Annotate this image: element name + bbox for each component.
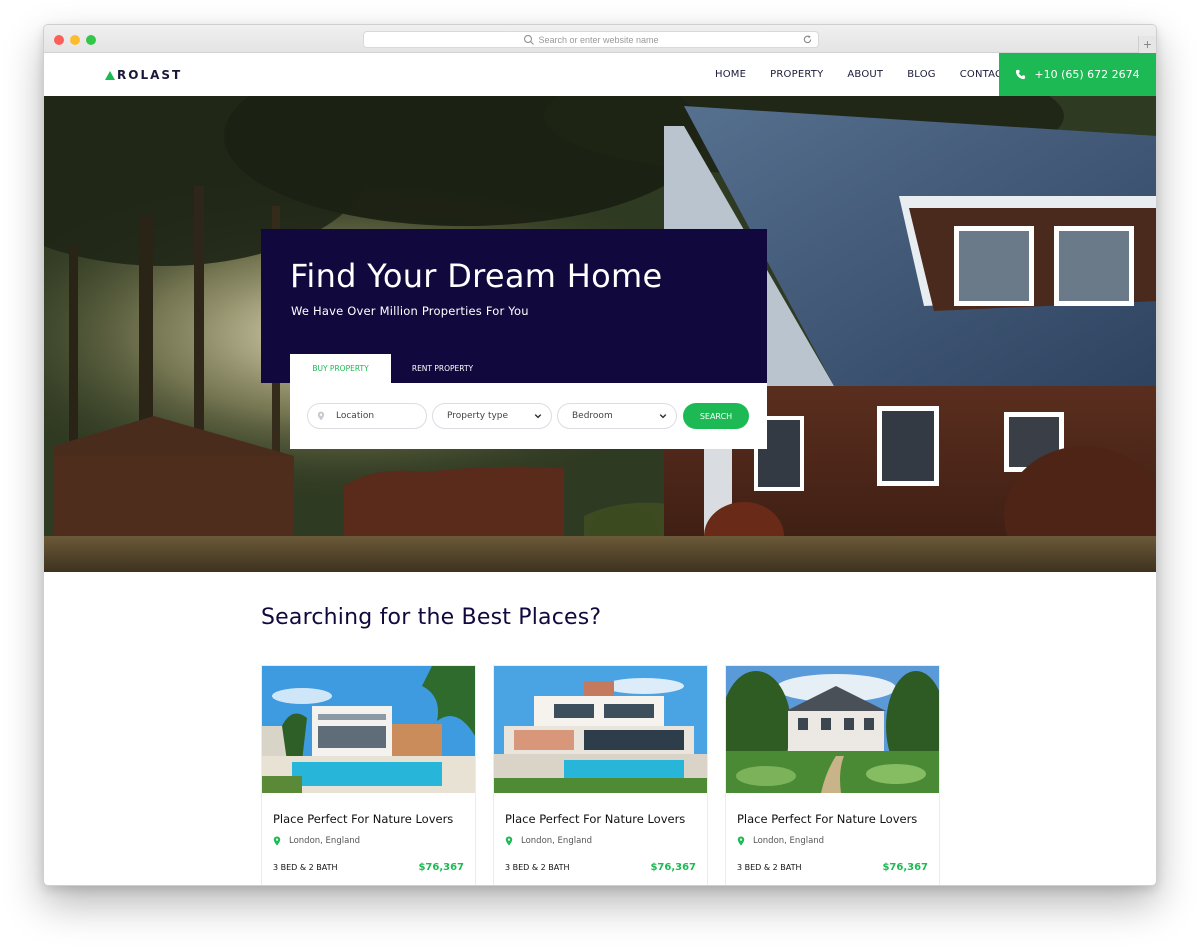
property-type-value: Property type xyxy=(447,411,509,421)
property-specs: 3 BED & 2 BATH xyxy=(273,863,338,872)
property-price: $76,367 xyxy=(882,862,928,873)
hero-panel: Find Your Dream Home We Have Over Millio… xyxy=(261,229,767,383)
location-input[interactable]: Location xyxy=(307,403,427,429)
property-photo-garden-mansion xyxy=(726,666,939,793)
property-location: London, England xyxy=(505,836,592,846)
bedroom-value: Bedroom xyxy=(572,411,613,421)
property-card[interactable]: Place Perfect For Nature Lovers London, … xyxy=(261,665,476,885)
property-title[interactable]: Place Perfect For Nature Lovers xyxy=(737,812,917,826)
property-specs: 3 BED & 2 BATH xyxy=(737,863,802,872)
property-location-text: London, England xyxy=(753,836,825,846)
phone-button[interactable]: +10 (65) 672 2674 xyxy=(999,53,1156,96)
property-price: $76,367 xyxy=(650,862,696,873)
search-button[interactable]: SEARCH xyxy=(683,403,749,429)
location-pin-icon xyxy=(317,411,325,421)
tab-rent-property[interactable]: RENT PROPERTY xyxy=(391,354,494,383)
location-pin-icon xyxy=(273,836,281,846)
property-card[interactable]: Place Perfect For Nature Lovers London, … xyxy=(493,665,708,885)
location-pin-icon xyxy=(737,836,745,846)
reload-icon[interactable] xyxy=(802,34,813,45)
location-placeholder: Location xyxy=(336,411,375,421)
property-photo-pool-villa xyxy=(262,666,475,793)
property-type-select[interactable]: Property type xyxy=(432,403,552,429)
phone-icon xyxy=(1016,69,1026,80)
property-specs: 3 BED & 2 BATH xyxy=(505,863,570,872)
property-location-text: London, England xyxy=(521,836,593,846)
browser-titlebar: Search or enter website name + xyxy=(44,25,1156,53)
main-menu: HOME PROPERTY ABOUT BLOG CONTACT xyxy=(715,69,1009,80)
phone-number: +10 (65) 672 2674 xyxy=(1034,68,1140,81)
close-window-button[interactable] xyxy=(54,35,64,45)
address-bar[interactable]: Search or enter website name xyxy=(363,31,819,48)
search-icon xyxy=(524,34,535,45)
property-card[interactable]: Place Perfect For Nature Lovers London, … xyxy=(725,665,940,885)
address-bar-placeholder: Search or enter website name xyxy=(538,34,659,45)
tab-buy-property[interactable]: BUY PROPERTY xyxy=(290,354,391,383)
nav-property[interactable]: PROPERTY xyxy=(770,69,823,80)
property-location: London, England xyxy=(273,836,360,846)
section-title: Searching for the Best Places? xyxy=(261,605,602,630)
property-title[interactable]: Place Perfect For Nature Lovers xyxy=(273,812,453,826)
property-location-text: London, England xyxy=(289,836,361,846)
property-search-form: Location Property type Bedroom SEARCH xyxy=(290,383,767,449)
property-price: $76,367 xyxy=(418,862,464,873)
logo-text: ROLAST xyxy=(117,68,183,82)
property-location: London, England xyxy=(737,836,824,846)
minimize-window-button[interactable] xyxy=(70,35,80,45)
location-pin-icon xyxy=(505,836,513,846)
chevron-down-icon xyxy=(534,414,542,419)
chevron-down-icon xyxy=(659,414,667,419)
nav-blog[interactable]: BLOG xyxy=(907,69,936,80)
logo-triangle-icon xyxy=(105,70,115,80)
bedroom-select[interactable]: Bedroom xyxy=(557,403,677,429)
nav-about[interactable]: ABOUT xyxy=(847,69,883,80)
new-tab-button[interactable]: + xyxy=(1138,36,1156,53)
hero-section: Find Your Dream Home We Have Over Millio… xyxy=(44,96,1156,572)
property-photo-modern-house xyxy=(494,666,707,793)
hero-subtitle: We Have Over Million Properties For You xyxy=(291,304,529,318)
zoom-window-button[interactable] xyxy=(86,35,96,45)
browser-window: Search or enter website name + ROLAST HO… xyxy=(43,24,1157,886)
site-header: ROLAST HOME PROPERTY ABOUT BLOG CONTACT … xyxy=(44,53,1156,96)
hero-title: Find Your Dream Home xyxy=(290,257,663,295)
property-title[interactable]: Place Perfect For Nature Lovers xyxy=(505,812,685,826)
site-logo[interactable]: ROLAST xyxy=(105,68,182,82)
nav-home[interactable]: HOME xyxy=(715,69,746,80)
